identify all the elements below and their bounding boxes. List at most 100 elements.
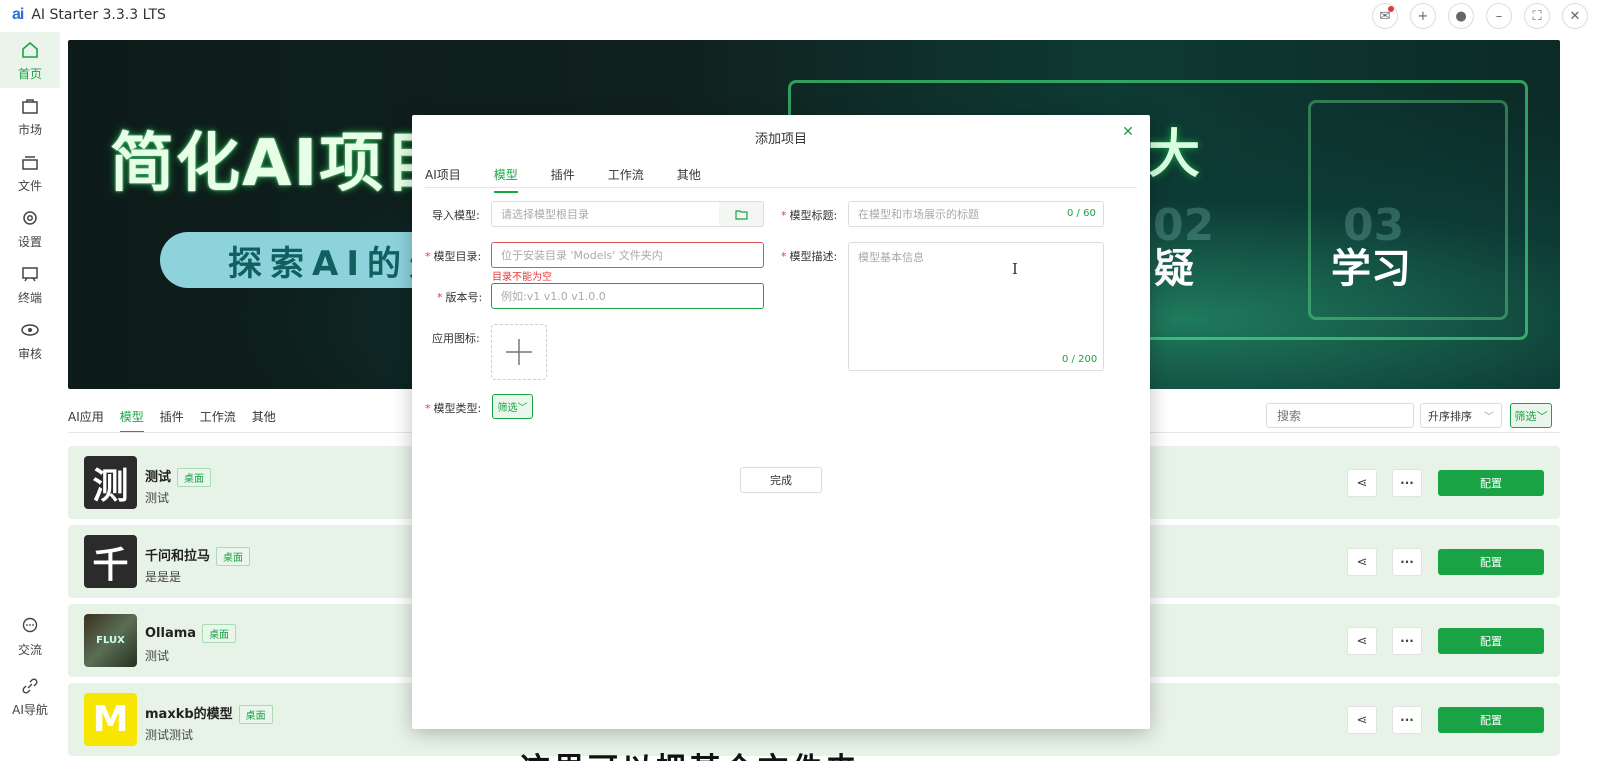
card-description: 是是是 — [145, 570, 182, 584]
sidebar-item-terminal[interactable]: 终端 — [0, 256, 60, 312]
sidebar-item-ai-nav[interactable]: AI导航 — [0, 668, 60, 724]
sort-select-value: 升序排序 — [1428, 409, 1472, 423]
tab-other[interactable]: 其他 — [677, 166, 701, 193]
sidebar-item-label: 审核 — [17, 346, 42, 361]
avatar: M — [84, 693, 137, 746]
done-button[interactable]: 完成 — [740, 467, 822, 493]
share-icon[interactable]: ⋖ — [1347, 469, 1377, 497]
fullscreen-icon[interactable]: ⛶ — [1524, 3, 1550, 29]
chat-icon — [19, 615, 41, 637]
sidebar-item-home[interactable]: 首页 — [0, 32, 60, 88]
import-model-label: 导入模型: — [432, 209, 480, 222]
desc-char-counter: 0 / 200 — [1062, 354, 1098, 365]
tab-ai-project[interactable]: AI项目 — [425, 166, 461, 193]
sidebar: 首页 市场 文件 设置 终端 审核 交流 AI导航 — [0, 30, 60, 761]
model-type-select[interactable]: 筛选 ﹀ — [492, 394, 533, 419]
model-dir-label: * 模型目录: — [425, 250, 482, 263]
sidebar-item-market[interactable]: 市场 — [0, 88, 60, 144]
home-icon — [19, 39, 41, 61]
divider — [425, 187, 1137, 188]
config-button[interactable]: 配置 — [1438, 628, 1544, 654]
more-icon[interactable]: ··· — [1392, 627, 1422, 655]
tab-plugins[interactable]: 插件 — [160, 408, 184, 433]
dialog-title: 添加项目 — [754, 132, 807, 147]
model-type-label: * 模型类型: — [425, 402, 482, 415]
chevron-down-icon: ﹀ — [1484, 412, 1494, 423]
gear-icon — [19, 207, 41, 229]
files-icon — [19, 151, 41, 173]
more-icon[interactable]: ··· — [1392, 706, 1422, 734]
tab-ai-apps[interactable]: AI应用 — [68, 408, 104, 433]
window-controls: ✉ + ● – ⛶ ✕ — [1372, 3, 1588, 29]
banner-word: 学习 — [1331, 246, 1411, 292]
share-icon[interactable]: ⋖ — [1347, 627, 1377, 655]
filter-button[interactable]: 筛选 ﹀ — [1510, 403, 1552, 428]
tab-other[interactable]: 其他 — [252, 408, 276, 433]
app-title: AI Starter 3.3.3 LTS — [31, 7, 166, 23]
sidebar-item-label: 首页 — [17, 66, 42, 81]
mail-icon[interactable]: ✉ — [1372, 3, 1398, 29]
add-icon[interactable]: + — [1410, 3, 1436, 29]
status-badge: 桌面 — [238, 705, 273, 724]
sort-select[interactable]: 升序排序 ﹀ — [1420, 403, 1502, 428]
sidebar-item-review[interactable]: 审核 — [0, 312, 60, 368]
avatar: FLUX — [84, 614, 137, 667]
status-badge: 桌面 — [216, 547, 251, 566]
sidebar-item-label: 交流 — [17, 642, 42, 657]
sidebar-item-label: 设置 — [17, 234, 42, 249]
tab-model[interactable]: 模型 — [493, 166, 518, 193]
card-title: 测试 桌面 — [145, 466, 212, 487]
app-logo-icon: ai — [12, 6, 24, 23]
sidebar-item-chat[interactable]: 交流 — [0, 608, 60, 664]
model-title-label: * 模型标题: — [781, 209, 838, 222]
card-description: 测试测试 — [145, 728, 194, 742]
version-input[interactable]: 例如:v1 v1.0 v1.0.0 — [491, 283, 764, 309]
user-icon[interactable]: ● — [1448, 3, 1474, 29]
model-desc-textarea[interactable]: 模型基本信息 — [848, 242, 1104, 371]
card-title: Ollama 桌面 — [145, 624, 237, 643]
share-icon[interactable]: ⋖ — [1347, 548, 1377, 576]
sidebar-item-files[interactable]: 文件 — [0, 144, 60, 200]
share-icon[interactable]: ⋖ — [1347, 706, 1377, 734]
upload-icon-button[interactable] — [491, 324, 547, 380]
tab-plugin[interactable]: 插件 — [551, 166, 575, 193]
app-icon-label: 应用图标: — [432, 332, 480, 345]
close-icon[interactable]: ✕ — [1120, 124, 1136, 140]
more-icon[interactable]: ··· — [1392, 548, 1422, 576]
banner-word: 疑 — [1154, 246, 1194, 292]
eye-icon — [19, 319, 41, 341]
card-description: 测试 — [145, 649, 170, 663]
model-dir-input[interactable]: 位于安装目录 'Models' 文件夹内 — [491, 242, 764, 268]
banner-headline: 简化AI项目 — [110, 127, 452, 201]
status-badge: 桌面 — [202, 624, 237, 643]
tab-models[interactable]: 模型 — [119, 408, 144, 433]
model-desc-label: * 模型描述: — [781, 250, 838, 263]
market-icon — [19, 95, 41, 117]
sidebar-item-label: 文件 — [17, 178, 42, 193]
model-dir-error: 目录不能为空 — [492, 272, 552, 283]
config-button[interactable]: 配置 — [1438, 549, 1544, 575]
sidebar-item-label: AI导航 — [12, 702, 48, 717]
tab-workflows[interactable]: 工作流 — [200, 408, 236, 433]
tab-workflow[interactable]: 工作流 — [608, 166, 644, 193]
minimize-icon[interactable]: – — [1486, 3, 1512, 29]
config-button[interactable]: 配置 — [1438, 470, 1544, 496]
text-cursor-icon: I — [1012, 260, 1018, 278]
sidebar-item-settings[interactable]: 设置 — [0, 200, 60, 256]
avatar: 千 — [84, 535, 137, 588]
add-project-dialog: 添加项目 ✕ AI项目 模型 插件 工作流 其他 导入模型: 请选择模型根目录 … — [412, 115, 1150, 729]
avatar: 测 — [84, 456, 137, 509]
folder-icon[interactable] — [719, 201, 764, 227]
more-icon[interactable]: ··· — [1392, 469, 1422, 497]
search-input[interactable] — [1266, 403, 1414, 428]
video-subtitle: 这里可以把某个文件夹 — [520, 744, 860, 761]
content-tabs: AI应用 模型 插件 工作流 其他 — [68, 408, 276, 433]
config-button[interactable]: 配置 — [1438, 707, 1544, 733]
title-char-counter: 0 / 60 — [1067, 208, 1096, 219]
close-icon[interactable]: ✕ — [1562, 3, 1588, 29]
card-description: 测试 — [145, 491, 170, 505]
import-model-input[interactable]: 请选择模型根目录 — [491, 201, 720, 227]
model-title-input[interactable]: 在模型和市场展示的标题 — [848, 201, 1104, 227]
link-icon — [19, 675, 41, 697]
sidebar-item-label: 终端 — [17, 290, 42, 305]
